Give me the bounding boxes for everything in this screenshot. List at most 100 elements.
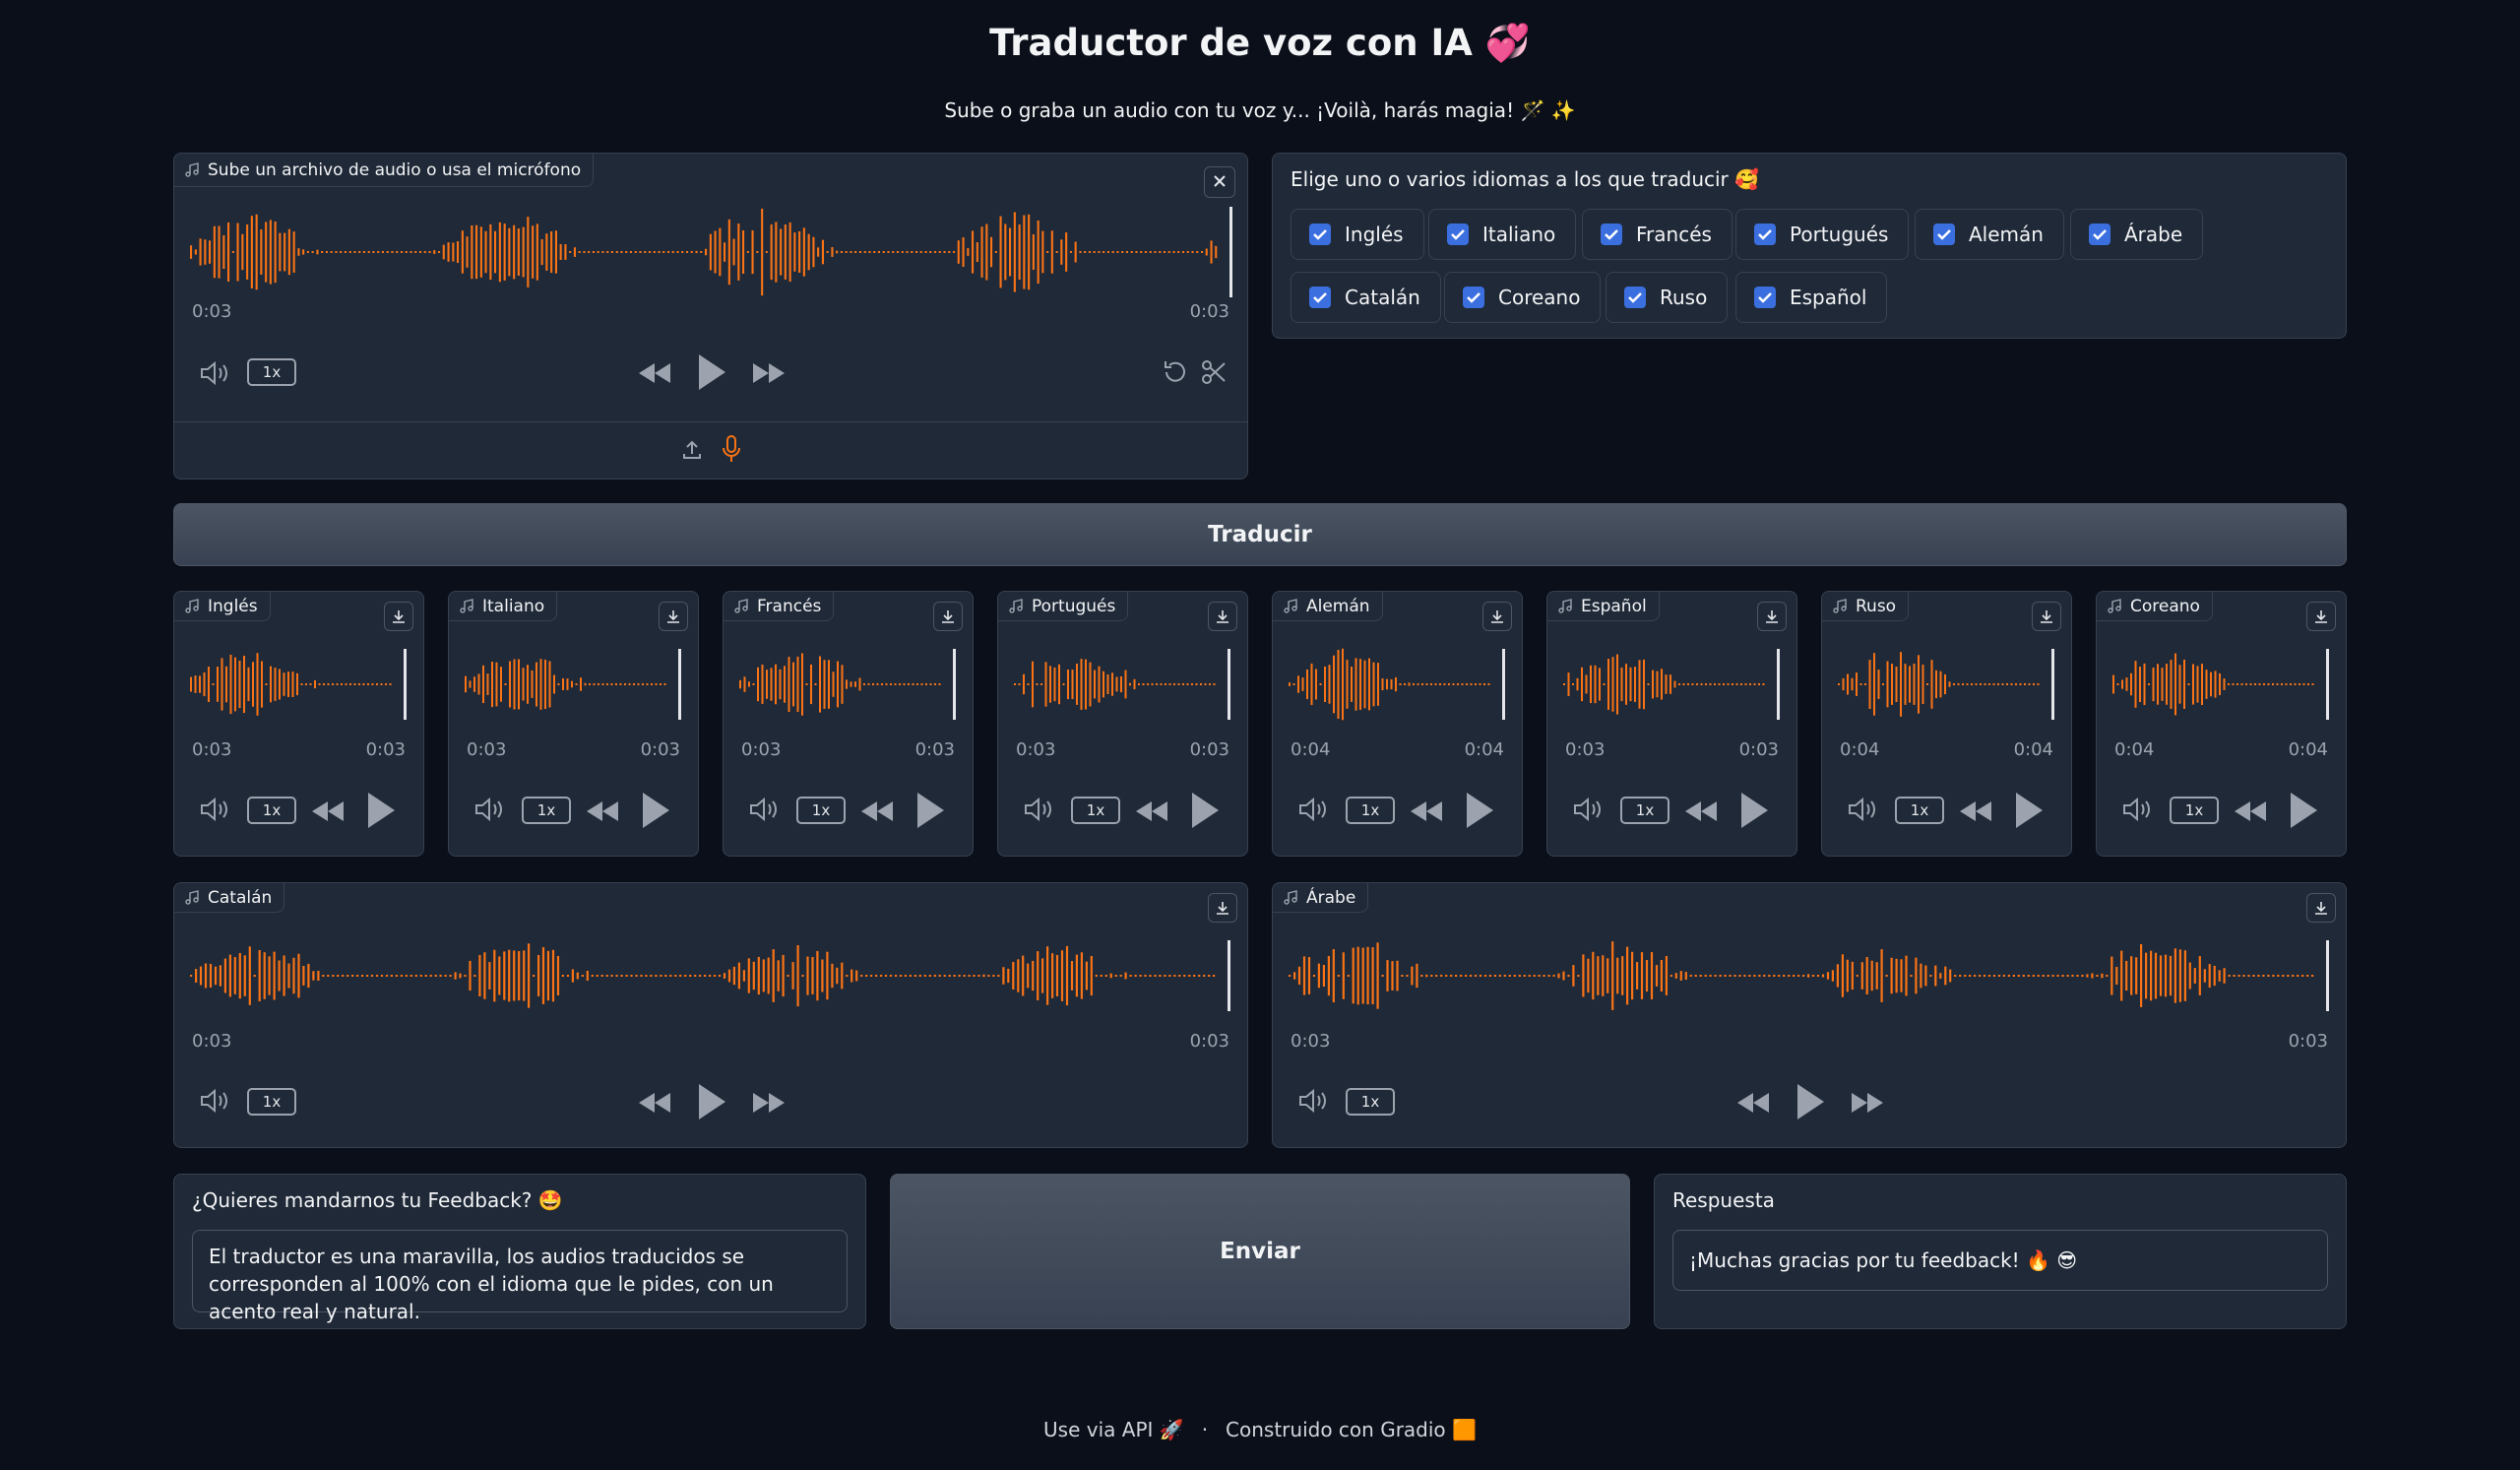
volume-icon[interactable] bbox=[2120, 793, 2154, 826]
play-icon[interactable] bbox=[1734, 789, 1774, 832]
output-waveform[interactable] bbox=[2112, 647, 2330, 722]
playback-speed-button[interactable]: 1x bbox=[1346, 797, 1395, 824]
output-waveform[interactable] bbox=[739, 647, 957, 722]
checkbox-9[interactable]: Ruso bbox=[1606, 272, 1729, 323]
download-button[interactable] bbox=[2306, 893, 2336, 923]
volume-icon[interactable] bbox=[472, 793, 506, 826]
playhead-cursor[interactable] bbox=[1229, 207, 1232, 297]
checkbox-checked-icon[interactable] bbox=[1754, 287, 1776, 308]
playhead-cursor[interactable] bbox=[678, 649, 681, 720]
microphone-icon[interactable] bbox=[718, 433, 745, 465]
rewind-icon[interactable] bbox=[2231, 797, 2270, 826]
play-icon[interactable] bbox=[692, 351, 731, 394]
upload-icon[interactable] bbox=[678, 435, 706, 465]
download-button[interactable] bbox=[1208, 893, 1237, 923]
rewind-icon[interactable] bbox=[1956, 797, 1995, 826]
rewind-icon[interactable] bbox=[635, 358, 674, 388]
download-button[interactable] bbox=[384, 602, 413, 631]
output-waveform[interactable] bbox=[465, 647, 682, 722]
playhead-cursor[interactable] bbox=[2051, 649, 2054, 720]
playhead-cursor[interactable] bbox=[953, 649, 956, 720]
playhead-cursor[interactable] bbox=[404, 649, 407, 720]
playback-speed-button[interactable]: 1x bbox=[247, 1088, 296, 1116]
fast-forward-icon[interactable] bbox=[749, 358, 788, 388]
volume-icon[interactable] bbox=[198, 1084, 231, 1118]
undo-icon[interactable] bbox=[1159, 356, 1190, 388]
volume-icon[interactable] bbox=[1296, 793, 1330, 826]
playback-speed-button[interactable]: 1x bbox=[1346, 1088, 1395, 1116]
checkbox-8[interactable]: Coreano bbox=[1444, 272, 1602, 323]
rewind-icon[interactable] bbox=[1407, 797, 1446, 826]
volume-icon[interactable] bbox=[747, 793, 781, 826]
use-via-api-link[interactable]: Use via API 🚀 bbox=[1043, 1418, 1184, 1441]
download-button[interactable] bbox=[659, 602, 688, 631]
download-button[interactable] bbox=[2306, 602, 2336, 631]
checkbox-checked-icon[interactable] bbox=[1463, 287, 1484, 308]
playhead-cursor[interactable] bbox=[1228, 649, 1230, 720]
checkbox-6[interactable]: Árabe bbox=[2070, 209, 2204, 260]
play-icon[interactable] bbox=[1791, 1080, 1830, 1123]
built-with-gradio-link[interactable]: Construido con Gradio 🟧 bbox=[1226, 1418, 1477, 1441]
checkbox-checked-icon[interactable] bbox=[1754, 224, 1776, 245]
checkbox-checked-icon[interactable] bbox=[2089, 224, 2110, 245]
rewind-icon[interactable] bbox=[857, 797, 897, 826]
feedback-textarea[interactable]: El traductor es una maravilla, los audio… bbox=[192, 1230, 848, 1323]
download-button[interactable] bbox=[1757, 602, 1787, 631]
translate-button[interactable]: Traducir bbox=[173, 503, 2347, 566]
checkbox-checked-icon[interactable] bbox=[1309, 224, 1331, 245]
volume-icon[interactable] bbox=[1571, 793, 1605, 826]
output-waveform[interactable] bbox=[1289, 647, 1506, 722]
playhead-cursor[interactable] bbox=[1502, 649, 1505, 720]
playhead-cursor[interactable] bbox=[2326, 649, 2329, 720]
checkbox-1[interactable]: Inglés bbox=[1291, 209, 1424, 260]
play-icon[interactable] bbox=[2009, 789, 2048, 832]
playback-speed-button[interactable]: 1x bbox=[522, 797, 571, 824]
output-waveform[interactable] bbox=[1838, 647, 2055, 722]
playhead-cursor[interactable] bbox=[1777, 649, 1780, 720]
volume-icon[interactable] bbox=[1022, 793, 1055, 826]
play-icon[interactable] bbox=[692, 1080, 731, 1123]
playback-speed-button[interactable]: 1x bbox=[2170, 797, 2219, 824]
play-icon[interactable] bbox=[2284, 789, 2323, 832]
rewind-icon[interactable] bbox=[583, 797, 622, 826]
play-icon[interactable] bbox=[1460, 789, 1499, 832]
playhead-cursor[interactable] bbox=[1228, 940, 1230, 1011]
fast-forward-icon[interactable] bbox=[749, 1088, 788, 1118]
play-icon[interactable] bbox=[1185, 789, 1225, 832]
output-waveform[interactable] bbox=[190, 938, 1231, 1013]
download-button[interactable] bbox=[2032, 602, 2061, 631]
rewind-icon[interactable] bbox=[635, 1088, 674, 1118]
checkbox-checked-icon[interactable] bbox=[1624, 287, 1646, 308]
rewind-icon[interactable] bbox=[308, 797, 347, 826]
output-waveform[interactable] bbox=[1289, 938, 2330, 1013]
playback-speed-button[interactable]: 1x bbox=[1895, 797, 1944, 824]
rewind-icon[interactable] bbox=[1132, 797, 1171, 826]
download-button[interactable] bbox=[1208, 602, 1237, 631]
checkbox-7[interactable]: Catalán bbox=[1291, 272, 1441, 323]
checkbox-4[interactable]: Portugués bbox=[1735, 209, 1910, 260]
checkbox-checked-icon[interactable] bbox=[1601, 224, 1622, 245]
checkbox-2[interactable]: Italiano bbox=[1428, 209, 1577, 260]
checkbox-checked-icon[interactable] bbox=[1447, 224, 1469, 245]
play-icon[interactable] bbox=[636, 789, 675, 832]
rewind-icon[interactable] bbox=[1733, 1088, 1773, 1118]
output-waveform[interactable] bbox=[190, 647, 408, 722]
volume-icon[interactable] bbox=[1846, 793, 1879, 826]
output-waveform[interactable] bbox=[1014, 647, 1231, 722]
input-waveform[interactable] bbox=[190, 205, 1233, 299]
volume-icon[interactable] bbox=[1296, 1084, 1330, 1118]
clear-audio-button[interactable] bbox=[1204, 166, 1235, 198]
playback-speed-button[interactable]: 1x bbox=[247, 358, 296, 386]
checkbox-3[interactable]: Francés bbox=[1582, 209, 1732, 260]
checkbox-checked-icon[interactable] bbox=[1309, 287, 1331, 308]
checkbox-5[interactable]: Alemán bbox=[1915, 209, 2064, 260]
playback-speed-button[interactable]: 1x bbox=[1071, 797, 1120, 824]
playhead-cursor[interactable] bbox=[2326, 940, 2329, 1011]
play-icon[interactable] bbox=[361, 789, 401, 832]
play-icon[interactable] bbox=[911, 789, 950, 832]
download-button[interactable] bbox=[1482, 602, 1512, 631]
volume-icon[interactable] bbox=[198, 793, 231, 826]
rewind-icon[interactable] bbox=[1681, 797, 1721, 826]
checkbox-checked-icon[interactable] bbox=[1933, 224, 1955, 245]
output-waveform[interactable] bbox=[1563, 647, 1781, 722]
